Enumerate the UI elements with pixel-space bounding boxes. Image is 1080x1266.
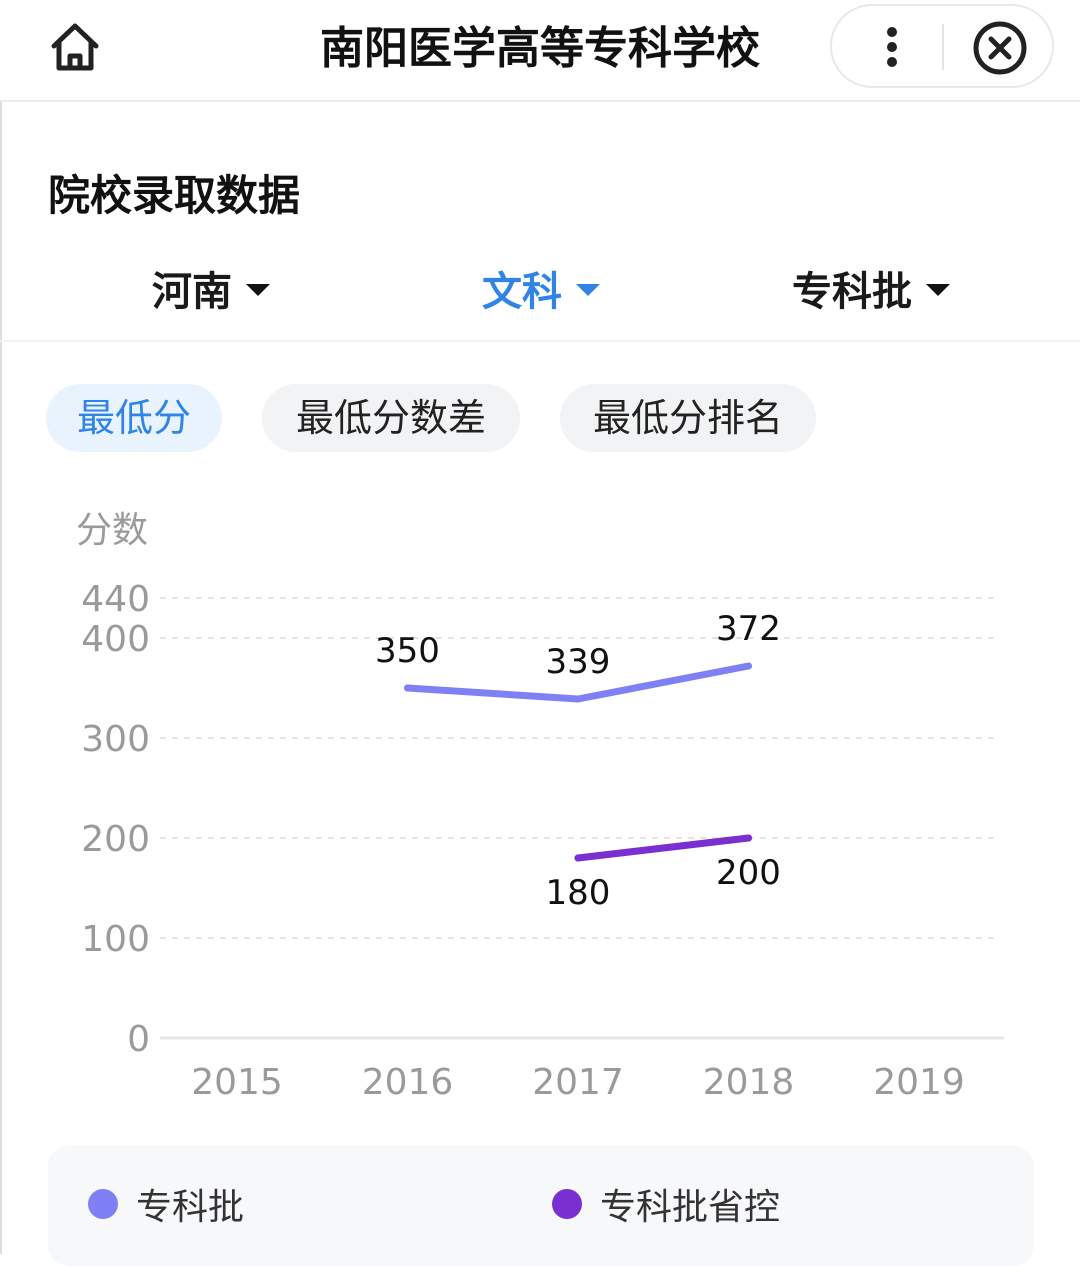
subject-filter-label: 文科	[482, 269, 562, 315]
dropdown-caret-icon	[926, 284, 950, 296]
data-label: 200	[716, 853, 781, 893]
x-tick-label: 2015	[191, 1062, 283, 1103]
y-axis-title: 分数	[76, 510, 148, 551]
home-icon[interactable]	[44, 18, 106, 80]
y-tick-label: 400	[81, 619, 150, 660]
legend-dot-icon	[88, 1189, 118, 1219]
section-title: 院校录取数据	[48, 171, 301, 220]
data-label: 372	[716, 609, 781, 649]
legend-label: 专科批	[136, 1187, 245, 1228]
y-tick-label: 200	[81, 819, 150, 860]
top-navigation-bar: 南阳医学高等专科学校	[0, 0, 1080, 102]
batch-filter[interactable]: 专科批	[792, 258, 950, 318]
close-icon[interactable]	[956, 14, 1042, 80]
y-tick-label: 440	[81, 579, 150, 620]
page-title: 南阳医学高等专科学校	[320, 23, 760, 74]
data-label: 339	[546, 642, 611, 682]
legend-item-batch[interactable]: 专科批	[88, 1182, 244, 1228]
legend-dot-icon	[552, 1189, 582, 1219]
more-icon[interactable]	[852, 16, 932, 78]
legend-item-control-line[interactable]: 专科批省控	[552, 1182, 780, 1228]
data-point	[745, 834, 752, 842]
data-point	[574, 695, 582, 703]
province-filter-label: 河南	[152, 269, 232, 315]
subject-filter[interactable]: 文科	[482, 258, 600, 318]
data-point	[745, 662, 752, 670]
capsule-divider	[942, 24, 944, 70]
mini-program-capsule	[830, 4, 1054, 88]
data-point	[404, 684, 411, 692]
x-tick-label: 2019	[873, 1062, 965, 1103]
data-label: 350	[375, 631, 440, 671]
tab-min-score-rank[interactable]: 最低分排名	[560, 384, 816, 452]
province-filter[interactable]: 河南	[152, 258, 270, 318]
batch-filter-label: 专科批	[792, 269, 912, 315]
data-point	[574, 854, 582, 862]
y-tick-label: 100	[81, 919, 150, 960]
x-tick-label: 2016	[362, 1062, 454, 1103]
x-tick-label: 2017	[532, 1062, 624, 1103]
x-tick-label: 2018	[703, 1062, 795, 1103]
y-tick-label: 300	[81, 719, 150, 760]
data-label: 180	[546, 873, 611, 913]
tab-min-score[interactable]: 最低分	[46, 384, 222, 452]
score-line-chart: 分数 0 100 200 300 400440 2015 2016 2017 2018 2019 35…	[76, 510, 1004, 1103]
dropdown-caret-icon	[246, 284, 270, 296]
chart-legend: 专科批 专科批省控	[48, 1146, 1034, 1266]
tab-min-score-diff[interactable]: 最低分数差	[262, 384, 520, 452]
divider	[0, 340, 1080, 342]
y-tick-label: 0	[127, 1019, 150, 1060]
dropdown-caret-icon	[576, 284, 600, 296]
legend-label: 专科批省控	[600, 1187, 781, 1228]
